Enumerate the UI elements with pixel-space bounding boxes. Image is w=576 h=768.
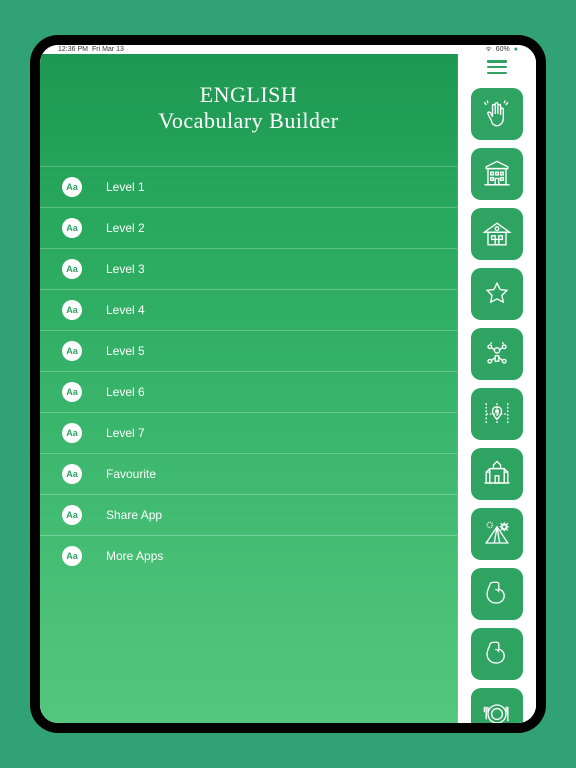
star-icon: [479, 276, 515, 312]
aa-icon: Aa: [62, 464, 82, 484]
menu-item-level2[interactable]: Aa Level 2: [40, 207, 457, 248]
aa-icon: Aa: [62, 546, 82, 566]
menu-item-favourite[interactable]: Aa Favourite: [40, 453, 457, 494]
aa-icon: Aa: [62, 177, 82, 197]
status-time: 12:36 PM: [58, 46, 88, 53]
aa-icon: Aa: [62, 218, 82, 238]
house-icon: [479, 216, 515, 252]
tile-people[interactable]: [471, 328, 523, 380]
menu-label: Level 2: [106, 221, 145, 235]
menu-label: Level 6: [106, 385, 145, 399]
battery-icon: ●: [514, 46, 518, 53]
menu-label: Level 7: [106, 426, 145, 440]
menu-label: Level 4: [106, 303, 145, 317]
tile-castle[interactable]: [471, 448, 523, 500]
menu-item-level5[interactable]: Aa Level 5: [40, 330, 457, 371]
menu-label: More Apps: [106, 549, 163, 563]
menu-label: Favourite: [106, 467, 156, 481]
tile-star[interactable]: [471, 268, 523, 320]
people-icon: [479, 336, 515, 372]
wave-hand-icon: [479, 96, 515, 132]
aa-icon: Aa: [62, 341, 82, 361]
tile-camping[interactable]: [471, 508, 523, 560]
aa-icon: Aa: [62, 259, 82, 279]
status-bar: 12:36 PM Fri Mar 13 ᯤ 60% ●: [40, 45, 536, 54]
aa-icon: Aa: [62, 423, 82, 443]
main-panel: ENGLISH Vocabulary Builder Aa Level 1 Aa L…: [40, 54, 458, 723]
tile-building[interactable]: [471, 148, 523, 200]
tile-muscle[interactable]: [471, 568, 523, 620]
menu-item-more[interactable]: Aa More Apps: [40, 535, 457, 576]
camping-icon: [479, 516, 515, 552]
tablet-frame: 12:36 PM Fri Mar 13 ᯤ 60% ● ENGLISH Voca…: [30, 35, 546, 733]
menu-list: AaLevel 1 AaLevel 2 AaLevel 3 AaLevel 4 …: [40, 166, 457, 723]
menu-label: Level 1: [106, 180, 145, 194]
title-line2: Vocabulary Builder: [60, 108, 437, 134]
menu-label: Level 5: [106, 344, 145, 358]
menu-item-level4[interactable]: Aa Level 4: [40, 289, 457, 330]
plate-icon: [479, 696, 515, 723]
aa-icon: Aa: [62, 505, 82, 525]
map-icon: [479, 396, 515, 432]
menu-item-share[interactable]: Aa Share App: [40, 494, 457, 535]
tile-map[interactable]: [471, 388, 523, 440]
screen: 12:36 PM Fri Mar 13 ᯤ 60% ● ENGLISH Voca…: [40, 45, 536, 723]
menu-item-level3[interactable]: Aa Level 3: [40, 248, 457, 289]
battery-text: 60%: [496, 46, 510, 53]
tile-plate[interactable]: [471, 688, 523, 723]
tile-muscle2[interactable]: [471, 628, 523, 680]
title-line1: ENGLISH: [60, 82, 437, 108]
tile-house[interactable]: [471, 208, 523, 260]
aa-icon: Aa: [62, 382, 82, 402]
menu-label: Level 3: [106, 262, 145, 276]
muscle-icon: [479, 576, 515, 612]
hamburger-icon[interactable]: [487, 60, 507, 74]
menu-item-level7[interactable]: Aa Level 7: [40, 412, 457, 453]
content: ENGLISH Vocabulary Builder Aa Level 1 Aa L…: [40, 54, 536, 723]
building-icon: [479, 156, 515, 192]
status-date: Fri Mar 13: [92, 46, 124, 53]
wifi-icon: ᯤ: [485, 45, 491, 54]
sidebar: [458, 54, 536, 723]
app-header: ENGLISH Vocabulary Builder: [40, 54, 457, 166]
menu-label: Share App: [106, 508, 162, 522]
menu-item-level6[interactable]: Aa Level 6: [40, 371, 457, 412]
castle-icon: [479, 456, 515, 492]
muscle-icon: [479, 636, 515, 672]
menu-item-level1[interactable]: Aa Level 1: [40, 166, 457, 207]
tile-wave-hand[interactable]: [471, 88, 523, 140]
aa-icon: Aa: [62, 300, 82, 320]
